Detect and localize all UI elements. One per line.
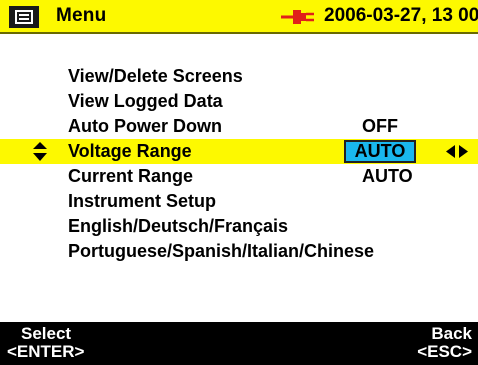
softkey-caption: Back (431, 324, 472, 343)
softkey-caption: Select (21, 324, 72, 343)
auto-power-down-value: OFF (362, 116, 398, 136)
date-time: 2006-03-27, 13 00 (324, 5, 478, 26)
page-title: Menu (56, 5, 107, 26)
left-right-arrows-icon (446, 145, 468, 158)
menu-item-label: Portuguese/Spanish/Italian/Chinese (68, 241, 375, 261)
softkey-key: <ENTER> (7, 342, 85, 361)
menu-icon (9, 6, 39, 28)
menu-item-voltage-range[interactable]: Voltage Range AUTO (0, 139, 478, 164)
menu-item-auto-power-down[interactable]: Auto Power Down OFF (0, 114, 478, 139)
menu-item-label: Auto Power Down (68, 116, 222, 136)
softkey-bar: Select <ENTER> Back <ESC> (0, 322, 478, 365)
menu-item-label: View/Delete Screens (68, 66, 243, 86)
menu-item-label: Instrument Setup (68, 191, 217, 211)
voltage-range-value[interactable]: AUTO (344, 140, 416, 163)
menu-item-view-delete-screens[interactable]: View/Delete Screens (0, 64, 478, 89)
menu-item-label: English/Deutsch/Français (68, 216, 289, 236)
menu-list: View/Delete Screens View Logged Data Aut… (0, 64, 478, 264)
menu-item-language-2[interactable]: Portuguese/Spanish/Italian/Chinese (0, 239, 478, 264)
menu-item-language-1[interactable]: English/Deutsch/Français (0, 214, 478, 239)
up-down-arrows-icon (33, 142, 47, 161)
power-plug-icon (281, 10, 314, 24)
select-softkey[interactable]: Select <ENTER> (7, 325, 84, 361)
title-bar: Menu 2006-03-27, 13 00 (0, 0, 478, 34)
instrument-screen: Menu 2006-03-27, 13 00 View/Delete Scree… (0, 0, 478, 365)
softkey-key: <ESC> (417, 342, 472, 361)
menu-item-label: Voltage Range (68, 141, 192, 161)
menu-item-label: View Logged Data (68, 91, 223, 111)
back-softkey[interactable]: Back <ESC> (417, 325, 472, 361)
menu-item-instrument-setup[interactable]: Instrument Setup (0, 189, 478, 214)
menu-item-current-range[interactable]: Current Range AUTO (0, 164, 478, 189)
current-range-value: AUTO (362, 166, 413, 186)
menu-item-view-logged-data[interactable]: View Logged Data (0, 89, 478, 114)
menu-item-label: Current Range (68, 166, 194, 186)
